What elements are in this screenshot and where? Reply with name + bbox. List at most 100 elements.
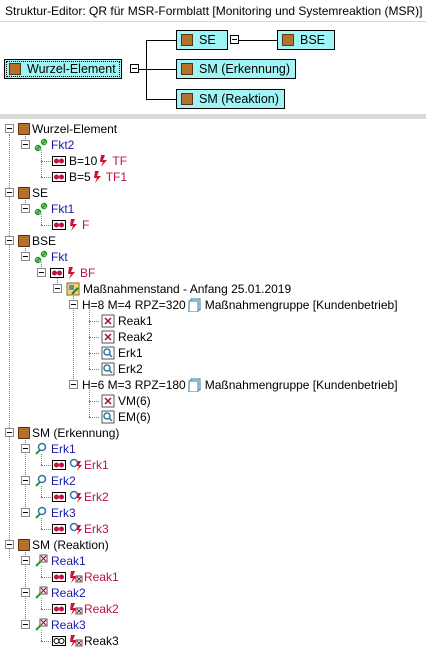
tree-node-measure-em6[interactable]: EM(6) [101,409,153,425]
diagram-node-label: SM (Reaktion) [199,92,279,106]
failure-mode-icon [52,156,66,166]
tree-node-measure-reak1[interactable]: Reak1 [101,313,155,329]
tree-node-measure-erk2[interactable]: Erk2 [101,361,145,377]
tree-node-erk3-failure[interactable]: Erk3 [52,521,111,537]
tree-node-tf[interactable]: B=10 TF [52,153,129,169]
severity-value: B=5 [69,170,91,184]
failure-mode-icon [52,220,66,230]
tree-node-measure-reak2[interactable]: Reak2 [101,329,155,345]
tree-node-reak2-failure[interactable]: Reak2 [52,601,121,617]
failure-mode-icon [52,604,66,614]
tree-expander[interactable] [5,540,14,549]
failure-label: Reak1 [84,570,119,584]
failure-mode-icon [52,492,66,502]
document-group-icon [188,298,201,312]
diagram-node-root[interactable]: Wurzel-Element [4,59,122,79]
tree-node-label: SM (Erkennung) [32,426,120,440]
diagram-node-sm-erkennung[interactable]: SM (Erkennung) [176,59,297,79]
tree-node-reak1[interactable]: Reak1 [34,553,88,569]
tree-expander[interactable] [21,444,30,453]
tree-node-bf[interactable]: BF [50,265,97,281]
failure-mode-icon [52,524,66,534]
tree-node-sm-reaktion[interactable]: SM (Reaktion) [18,537,111,553]
tree-node-tf1[interactable]: B=5 TF1 [52,169,129,185]
severity-value: B=10 [69,154,98,168]
tree-node-label: Fkt2 [51,138,75,152]
tree-node-label: Erk2 [51,474,76,488]
failure-mode-icon [50,268,64,278]
tree-node-erk2-failure[interactable]: Erk2 [52,489,111,505]
tree-expander[interactable] [53,284,62,293]
tree-expander[interactable] [21,508,30,517]
tree-node-label: Reak2 [51,586,86,600]
tree-expander[interactable] [69,380,78,389]
structure-element-icon [18,123,30,135]
failure-bolt-icon [68,267,75,279]
failure-mode-icon [52,460,66,470]
tree-expander[interactable] [21,556,30,565]
structure-tree[interactable]: Wurzel-Element Fkt2 B=10 TF B=5 TF1 SE F… [0,119,426,650]
tree-expander[interactable] [21,620,30,629]
tree-node-label: Reak1 [118,314,153,328]
tree-expander[interactable] [21,588,30,597]
tree-expander[interactable] [69,300,78,309]
tree-node-reak3-failure[interactable]: Reak3 [52,633,121,649]
tree-connector [89,369,99,370]
tree-node-erk2[interactable]: Erk2 [34,473,78,489]
tree-node-root[interactable]: Wurzel-Element [18,121,119,137]
collapse-toggle[interactable] [230,35,239,44]
detection-failure-icon [69,490,82,503]
tree-node-f[interactable]: F [52,217,91,233]
tree-node-erk3[interactable]: Erk3 [34,505,78,521]
window-title-bar: Struktur-Editor: QR für MSR-Formblatt [M… [0,0,426,22]
risk-values: H=8 M=4 RPZ=320 [82,298,186,312]
tree-node-erk1-failure[interactable]: Erk1 [52,457,111,473]
reaction-function-icon [35,618,48,631]
tree-guide [89,310,90,369]
diagram-node-se[interactable]: SE [176,30,228,50]
tree-node-measure-erk1[interactable]: Erk1 [101,345,145,361]
tree-node-bse[interactable]: BSE [18,233,58,249]
tree-node-label: EM(6) [118,410,151,424]
diagram-node-sm-reaktion[interactable]: SM (Reaktion) [176,89,285,109]
tree-node-se[interactable]: SE [18,185,50,201]
tree-expander[interactable] [5,428,14,437]
structure-diagram: Wurzel-Element SE BSE SM (Erkennung) SM … [0,22,426,114]
tree-expander[interactable] [21,252,30,261]
tree-expander[interactable] [5,236,14,245]
tree-expander[interactable] [37,268,46,277]
reaction-failure-icon [70,635,83,647]
failure-label: F [82,218,90,232]
failure-mode-outline-icon [52,636,66,646]
tree-node-fkt1[interactable]: Fkt1 [34,201,76,217]
function-link-icon [34,202,48,216]
tree-expander[interactable] [21,140,30,149]
tree-connector [41,161,51,162]
tree-node-reak2[interactable]: Reak2 [34,585,88,601]
collapse-toggle[interactable] [130,64,139,73]
tree-node-erk1[interactable]: Erk1 [34,441,78,457]
tree-node-measure-group-2[interactable]: H=6 M=3 RPZ=180 Maßnahmengruppe [Kundenb… [82,377,400,393]
tree-expander[interactable] [21,476,30,485]
detection-measure-icon [101,346,115,360]
tree-expander[interactable] [21,204,30,213]
failure-mode-icon [52,172,66,182]
tree-expander[interactable] [5,188,14,197]
failure-label: Reak3 [84,634,119,648]
tree-node-fkt2[interactable]: Fkt2 [34,137,76,153]
tree-node-reak1-failure[interactable]: Reak1 [52,569,121,585]
tree-node-measure-state[interactable]: Maßnahmenstand - Anfang 25.01.2019 [66,281,293,297]
tree-node-reak3[interactable]: Reak3 [34,617,88,633]
failure-label: BF [80,266,96,280]
tree-node-label: Fkt [51,250,68,264]
tree-connector [89,353,99,354]
tree-node-measure-vm6[interactable]: VM(6) [101,393,153,409]
detection-measure-icon [101,410,115,424]
diagram-node-bse[interactable]: BSE [277,30,335,50]
tree-node-sm-erkennung[interactable]: SM (Erkennung) [18,425,121,441]
detection-failure-icon [69,458,82,471]
tree-node-label: Erk3 [51,506,76,520]
tree-node-fkt[interactable]: Fkt [34,249,70,265]
tree-expander[interactable] [5,124,14,133]
tree-node-measure-group-1[interactable]: H=8 M=4 RPZ=320 Maßnahmengruppe [Kundenb… [82,297,400,313]
